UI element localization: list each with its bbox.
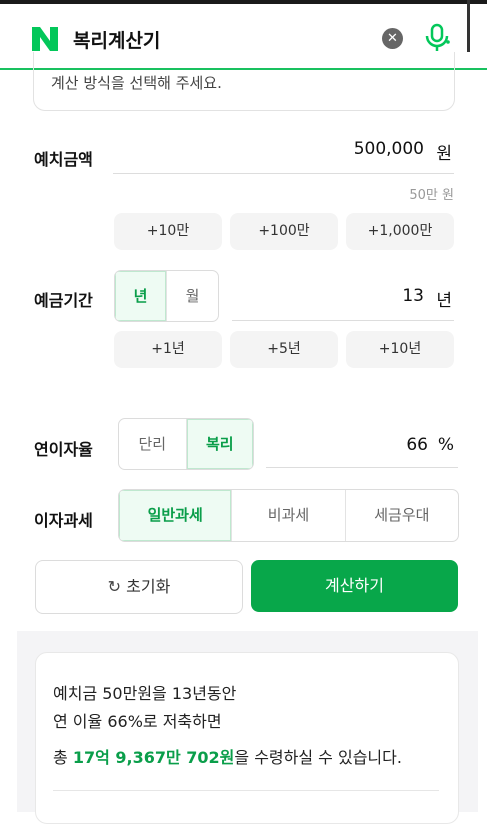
result-amount: 17억 9,367만 702원 — [72, 748, 235, 767]
rate-input[interactable]: 66 — [360, 435, 428, 455]
period-underline — [232, 320, 454, 321]
result-card — [35, 652, 459, 824]
rate-label: 연이자율 — [34, 440, 93, 459]
period-chip-1y[interactable]: +1년 — [114, 331, 222, 368]
period-option-year[interactable]: 년 — [115, 271, 167, 321]
period-unit: 년 — [436, 291, 452, 311]
deposit-chip-10man[interactable]: +10만 — [114, 213, 222, 250]
result-prefix: 총 — [53, 748, 73, 767]
naver-logo-icon — [32, 27, 58, 51]
deposit-underline — [113, 173, 454, 174]
deposit-hint: 50만 원 — [409, 188, 454, 203]
deposit-label: 예치금액 — [34, 150, 93, 169]
period-chip-5y[interactable]: +5년 — [230, 331, 338, 368]
calculate-button[interactable]: 계산하기 — [251, 560, 458, 612]
reset-button-label: 초기화 — [126, 577, 171, 596]
page-title: 복리계산기 — [73, 30, 161, 52]
period-option-month[interactable]: 월 — [167, 271, 218, 321]
refresh-icon: ↻ — [107, 577, 122, 596]
tax-option-general[interactable]: 일반과세 — [119, 490, 233, 541]
tax-label: 이자과세 — [34, 511, 93, 530]
mic-icon[interactable] — [423, 22, 451, 54]
deposit-chip-100man[interactable]: +100만 — [230, 213, 338, 250]
result-line-2: 연 이율 66%로 저축하면 — [53, 712, 222, 731]
deposit-unit: 원 — [436, 144, 452, 164]
scrollbar[interactable] — [467, 0, 470, 52]
result-line-3: 총 17억 9,367만 702원을 수령하실 수 있습니다. — [53, 744, 402, 768]
deposit-chip-1000man[interactable]: +1,000만 — [346, 213, 454, 250]
period-unit-toggle: 년 월 — [114, 270, 219, 322]
tax-type-toggle: 일반과세 비과세 세금우대 — [118, 489, 459, 542]
rate-underline — [266, 467, 458, 468]
rate-unit: % — [437, 435, 454, 455]
period-chip-10y[interactable]: +10년 — [346, 331, 454, 368]
reset-button[interactable]: ↻ 초기화 — [35, 560, 243, 614]
period-label: 예금기간 — [34, 291, 93, 310]
result-line-1: 예치금 50만원을 13년동안 — [53, 684, 237, 703]
rate-option-simple[interactable]: 단리 — [119, 419, 187, 469]
rate-type-toggle: 단리 복리 — [118, 418, 254, 470]
method-placeholder: 계산 방식을 선택해 주세요. — [51, 74, 222, 92]
result-suffix: 을 수령하실 수 있습니다. — [234, 748, 402, 767]
close-icon[interactable]: ✕ — [382, 28, 403, 49]
rate-option-compound[interactable]: 복리 — [186, 419, 253, 469]
period-input[interactable]: 13 — [360, 286, 424, 306]
tax-option-exempt[interactable]: 비과세 — [232, 490, 346, 541]
deposit-input[interactable]: 500,000 — [300, 139, 424, 159]
result-divider — [53, 790, 439, 791]
tax-option-preferential[interactable]: 세금우대 — [346, 490, 458, 541]
